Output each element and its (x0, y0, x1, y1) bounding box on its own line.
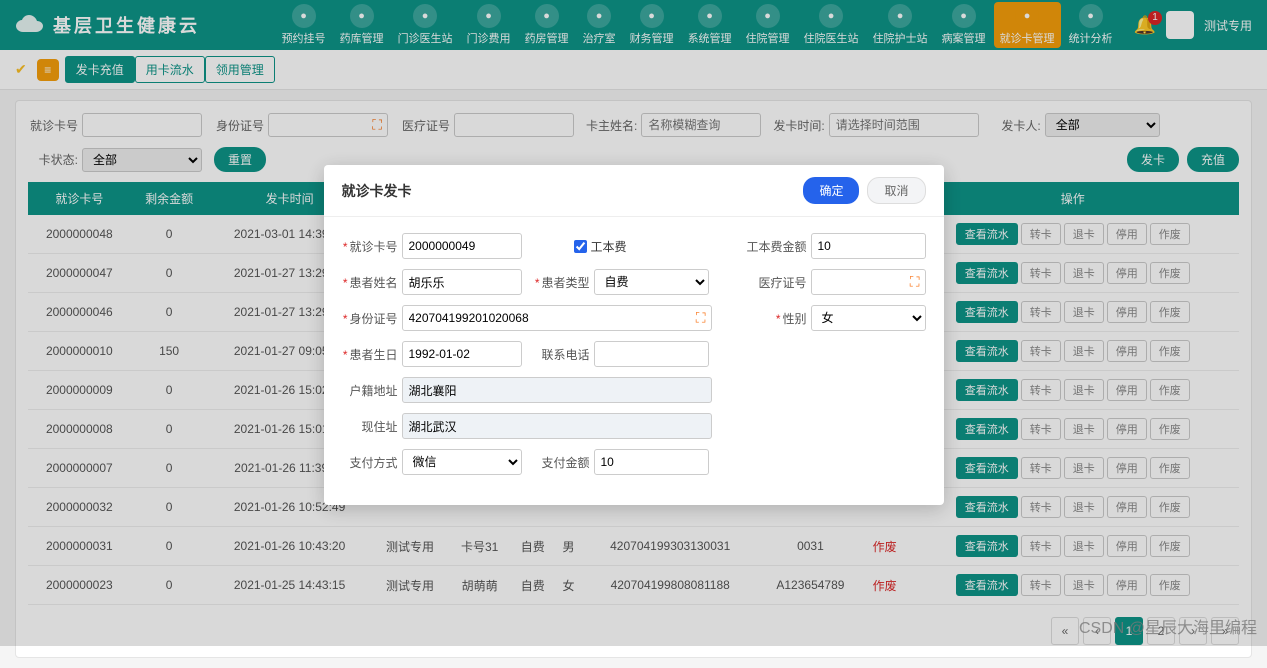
reg-addr-field[interactable] (402, 377, 712, 403)
fee-checkbox[interactable] (574, 240, 587, 253)
patient-type-label: 患者类型 (534, 274, 590, 291)
med-no-label: 医疗证号 (751, 274, 807, 291)
modal-ok-button[interactable]: 确定 (803, 177, 859, 204)
id-no-field[interactable] (402, 305, 712, 331)
issue-card-modal: 就诊卡发卡 确定 取消 就诊卡号 工本费 工本费金额 患者姓名 患者类型自费 医… (324, 165, 944, 505)
pay-amount-label: 支付金额 (534, 454, 590, 471)
pay-method-label: 支付方式 (342, 454, 398, 471)
sex-label: 性别 (751, 310, 807, 327)
modal-cancel-button[interactable]: 取消 (867, 177, 925, 204)
med-no-field[interactable] (811, 269, 926, 295)
fee-amount-label: 工本费金额 (746, 238, 806, 255)
sex-select[interactable]: 女 (811, 305, 926, 331)
birth-field[interactable] (402, 341, 522, 367)
pay-amount-field[interactable] (594, 449, 709, 475)
modal-title: 就诊卡发卡 (342, 181, 412, 201)
patient-type-select[interactable]: 自费 (594, 269, 709, 295)
phone-label: 联系电话 (534, 346, 590, 363)
scan-icon[interactable]: ⛶ (696, 310, 706, 327)
fee-label: 工本费 (591, 238, 627, 255)
fee-amount-field[interactable] (811, 233, 926, 259)
phone-field[interactable] (594, 341, 709, 367)
patient-name-field[interactable] (402, 269, 522, 295)
cur-addr-field[interactable] (402, 413, 712, 439)
cur-addr-label: 现住址 (342, 418, 398, 435)
reg-addr-label: 户籍地址 (342, 382, 398, 399)
id-no-label: 身份证号 (342, 310, 398, 327)
patient-name-label: 患者姓名 (342, 274, 398, 291)
birth-label: 患者生日 (342, 346, 398, 363)
scan-icon[interactable]: ⛶ (910, 274, 920, 291)
pay-method-select[interactable]: 微信 (402, 449, 522, 475)
modal-overlay: 就诊卡发卡 确定 取消 就诊卡号 工本费 工本费金额 患者姓名 患者类型自费 医… (0, 0, 1267, 646)
modal-body: 就诊卡号 工本费 工本费金额 患者姓名 患者类型自费 医疗证号 ⛶ 身份证号 ⛶ 性… (324, 217, 944, 505)
watermark: CSDN @星辰大海里编程 (1079, 614, 1257, 638)
card-no-label: 就诊卡号 (342, 238, 398, 255)
card-no-field[interactable] (402, 233, 522, 259)
